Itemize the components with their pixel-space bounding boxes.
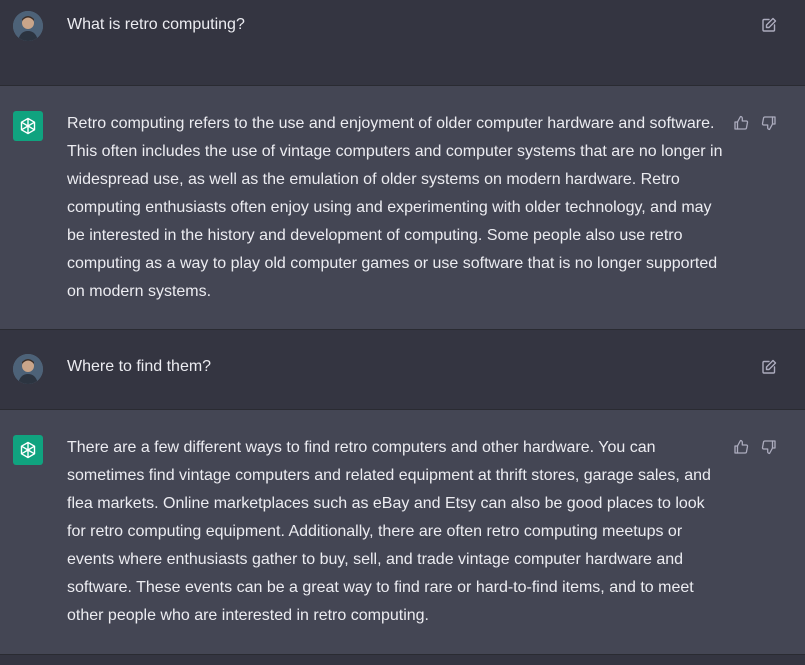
message-actions — [759, 15, 779, 35]
message-actions — [731, 437, 779, 457]
assistant-message: Retro computing refers to the use and en… — [0, 86, 805, 330]
assistant-message: There are a few different ways to find r… — [0, 410, 805, 655]
message-actions — [759, 357, 779, 377]
user-message: Where to find them? — [0, 330, 805, 410]
thumbs-up-icon[interactable] — [731, 437, 751, 457]
thumbs-up-icon[interactable] — [731, 113, 751, 133]
chatgpt-logo-icon — [13, 435, 43, 465]
message-text: Retro computing refers to the use and en… — [67, 115, 723, 300]
user-avatar — [13, 354, 43, 384]
message-text: Where to find them? — [67, 358, 212, 375]
chat-thread: What is retro computing? Retro computing… — [0, 0, 805, 665]
user-avatar — [13, 11, 43, 41]
chatgpt-logo-icon — [13, 111, 43, 141]
thumbs-down-icon[interactable] — [759, 113, 779, 133]
thumbs-down-icon[interactable] — [759, 437, 779, 457]
message-text: There are a few different ways to find r… — [67, 439, 711, 624]
message-text: What is retro computing? — [67, 16, 245, 33]
message-actions — [731, 113, 779, 133]
user-message: What is retro computing? — [0, 0, 805, 86]
edit-icon[interactable] — [759, 357, 779, 377]
edit-icon[interactable] — [759, 15, 779, 35]
